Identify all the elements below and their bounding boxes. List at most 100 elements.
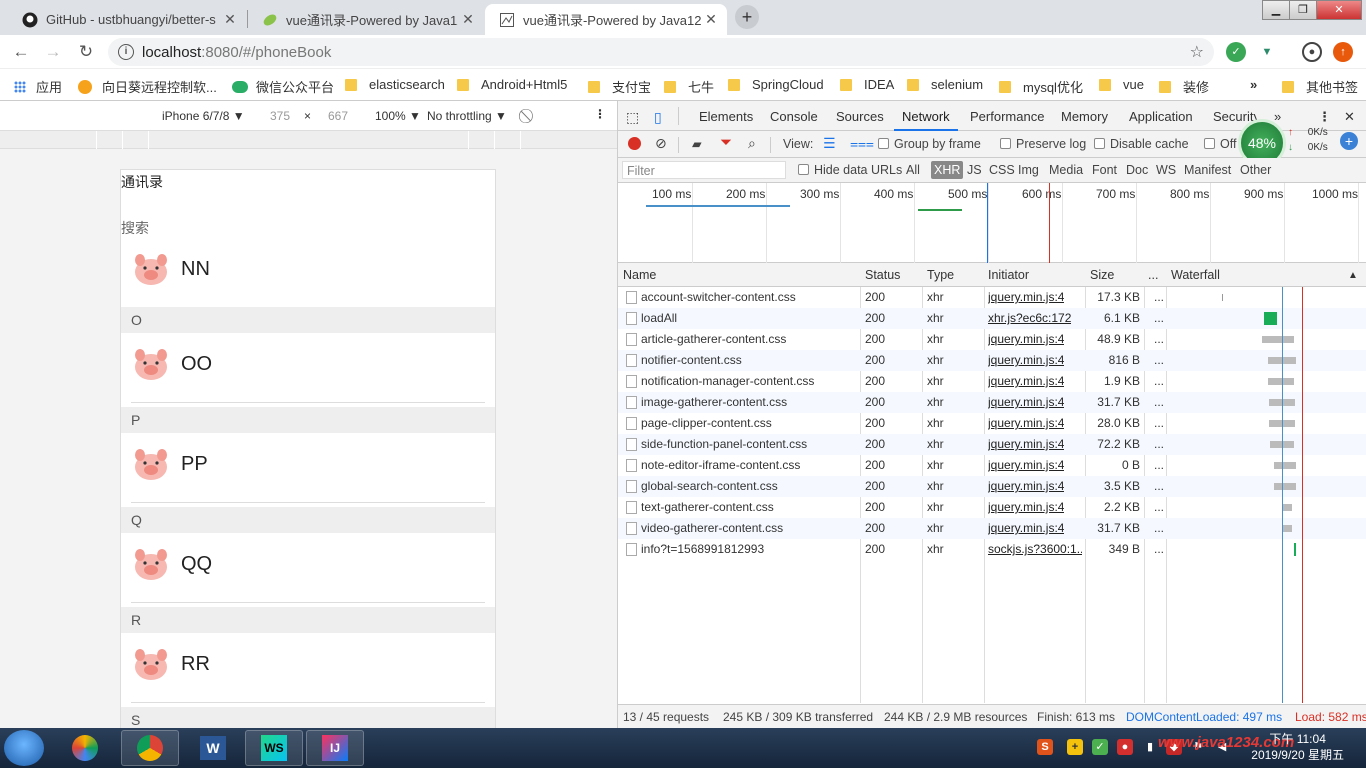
- disable-cache-checkbox[interactable]: Disable cache: [1094, 137, 1189, 151]
- hide-data-urls-checkbox[interactable]: Hide data URLs: [798, 163, 902, 177]
- tray-app-icon[interactable]: ●: [1117, 739, 1133, 755]
- bookmark-folder[interactable]: Android+Html5: [457, 77, 567, 92]
- taskbar-app-media[interactable]: [56, 730, 114, 766]
- reload-icon[interactable]: ↻: [75, 41, 97, 63]
- large-rows-icon[interactable]: ☰: [823, 135, 836, 152]
- request-initiator[interactable]: jquery.min.js:4: [988, 521, 1064, 535]
- bookmark-folder[interactable]: SpringCloud: [728, 77, 824, 92]
- contact-item[interactable]: NN: [121, 238, 495, 308]
- maximize-button[interactable]: ❐: [1289, 0, 1317, 20]
- tab-console[interactable]: Console: [770, 109, 818, 124]
- request-row[interactable]: note-editor-iframe-content.css 200 xhr jque…: [618, 455, 1366, 476]
- type-manifest[interactable]: Manifest: [1184, 163, 1231, 177]
- tray-network-icon[interactable]: ▮: [1142, 739, 1158, 755]
- tab-sources[interactable]: Sources: [836, 109, 884, 124]
- type-js[interactable]: JS: [967, 163, 982, 177]
- more-bookmarks-button[interactable]: »: [1250, 77, 1257, 92]
- column-waterfall[interactable]: Waterfall: [1171, 268, 1220, 282]
- type-css[interactable]: CSS: [989, 163, 1015, 177]
- device-toggle-icon[interactable]: ▯: [654, 109, 662, 126]
- type-img[interactable]: Img: [1018, 163, 1039, 177]
- request-initiator[interactable]: jquery.min.js:4: [988, 374, 1064, 388]
- request-initiator[interactable]: sockjs.js?3600:1...: [988, 542, 1082, 556]
- tab-elements[interactable]: Elements: [699, 109, 753, 124]
- tab-memory[interactable]: Memory: [1061, 109, 1108, 124]
- contact-item[interactable]: PP: [121, 433, 495, 503]
- request-row[interactable]: global-search-content.css 200 xhr jquery.mi…: [618, 476, 1366, 497]
- overview-icon[interactable]: ⩶: [850, 135, 874, 152]
- request-row[interactable]: notification-manager-content.css 200 xhr jq…: [618, 371, 1366, 392]
- device-select[interactable]: iPhone 6/7/8 ▼: [162, 109, 245, 123]
- contact-item[interactable]: RR: [121, 633, 495, 703]
- close-tab-icon[interactable]: ✕: [220, 11, 240, 28]
- info-icon[interactable]: i: [118, 44, 134, 60]
- type-media[interactable]: Media: [1049, 163, 1083, 177]
- bookmark-folder[interactable]: 支付宝: [588, 77, 651, 96]
- tab-performance[interactable]: Performance: [970, 109, 1044, 124]
- tray-plus-icon[interactable]: +: [1067, 739, 1083, 755]
- bookmark-folder[interactable]: vue: [1099, 77, 1144, 92]
- extension-check-icon[interactable]: ✓: [1226, 42, 1246, 62]
- request-row[interactable]: account-switcher-content.css 200 xhr jquery…: [618, 287, 1366, 308]
- bookmark-folder[interactable]: 装修: [1159, 77, 1209, 96]
- back-icon[interactable]: ←: [10, 41, 32, 63]
- request-row[interactable]: info?t=1568991812993 200 xhr sockjs.js?3600…: [618, 539, 1366, 560]
- request-row[interactable]: image-gatherer-content.css 200 xhr jquery.m…: [618, 392, 1366, 413]
- sort-arrow-icon[interactable]: ▲: [1348, 270, 1358, 281]
- group-by-frame-checkbox[interactable]: Group by frame: [878, 137, 981, 151]
- start-button[interactable]: [4, 730, 44, 766]
- type-xhr[interactable]: XHR: [931, 161, 964, 179]
- zoom-select[interactable]: 100% ▼: [375, 109, 421, 123]
- viewport-height[interactable]: 667: [328, 109, 348, 123]
- address-bar[interactable]: i localhost:8080/#/phoneBook ☆: [108, 38, 1214, 66]
- bookmark-folder[interactable]: IDEA: [840, 77, 894, 92]
- type-ws[interactable]: WS: [1156, 163, 1176, 177]
- browser-tab-vue-active[interactable]: vue通讯录-Powered by Java12 ✕: [485, 4, 727, 35]
- close-window-button[interactable]: ✕: [1316, 0, 1362, 20]
- search-input[interactable]: 搜索: [121, 218, 149, 238]
- request-initiator[interactable]: jquery.min.js:4: [988, 479, 1064, 493]
- other-bookmarks[interactable]: 其他书签: [1282, 77, 1358, 96]
- bookmark-star-icon[interactable]: ☆: [1190, 42, 1204, 62]
- column-initiator[interactable]: Initiator: [988, 268, 1029, 282]
- update-icon[interactable]: ↑: [1333, 42, 1353, 62]
- close-devtools-icon[interactable]: ✕: [1344, 109, 1355, 125]
- request-row[interactable]: video-gatherer-content.css 200 xhr jquery.m…: [618, 518, 1366, 539]
- throttle-select[interactable]: No throttling ▼: [427, 109, 507, 123]
- bookmark-apps[interactable]: 应用: [14, 77, 62, 96]
- bookmark-sunlogin[interactable]: 向日葵远程控制软...: [78, 77, 217, 96]
- bookmark-folder[interactable]: mysql优化: [999, 77, 1083, 96]
- column-type[interactable]: Type: [927, 268, 954, 282]
- column-name[interactable]: Name: [623, 268, 656, 282]
- request-row[interactable]: notifier-content.css 200 xhr jquery.min.js:…: [618, 350, 1366, 371]
- request-initiator[interactable]: xhr.js?ec6c:172: [988, 311, 1071, 325]
- system-clock[interactable]: 下午 11:04 2019/9/20 星期五: [1251, 731, 1344, 763]
- record-icon[interactable]: [628, 137, 641, 150]
- request-initiator[interactable]: jquery.min.js:4: [988, 437, 1064, 451]
- taskbar-chrome[interactable]: [121, 730, 179, 766]
- close-tab-icon[interactable]: ✕: [458, 11, 478, 28]
- column-status[interactable]: Status: [865, 268, 900, 282]
- bookmark-folder[interactable]: elasticsearch: [345, 77, 445, 92]
- more-options-icon[interactable]: ⋮: [594, 107, 606, 121]
- request-row[interactable]: article-gatherer-content.css 200 xhr jquery…: [618, 329, 1366, 350]
- column-size[interactable]: Size: [1090, 268, 1114, 282]
- tab-network[interactable]: Network: [894, 109, 958, 131]
- request-row[interactable]: page-clipper-content.css 200 xhr jquery.min…: [618, 413, 1366, 434]
- request-initiator[interactable]: jquery.min.js:4: [988, 500, 1064, 514]
- taskbar-webstorm[interactable]: WS: [245, 730, 303, 766]
- request-initiator[interactable]: jquery.min.js:4: [988, 332, 1064, 346]
- request-initiator[interactable]: jquery.min.js:4: [988, 458, 1064, 472]
- bookmark-folder[interactable]: selenium: [907, 77, 983, 92]
- type-doc[interactable]: Doc: [1126, 163, 1148, 177]
- request-initiator[interactable]: jquery.min.js:4: [988, 416, 1064, 430]
- search-icon[interactable]: ⌕: [748, 135, 756, 152]
- clear-icon[interactable]: ⊘: [655, 135, 667, 152]
- profile-icon[interactable]: ●: [1302, 42, 1322, 62]
- bookmark-wechat[interactable]: 微信公众平台: [232, 77, 334, 96]
- devtools-menu-icon[interactable]: ⋮: [1318, 109, 1331, 125]
- filter-icon[interactable]: ⏷: [720, 134, 732, 151]
- minimize-button[interactable]: ▁: [1262, 0, 1290, 20]
- close-tab-icon[interactable]: ✕: [701, 11, 721, 28]
- request-initiator[interactable]: jquery.min.js:4: [988, 353, 1064, 367]
